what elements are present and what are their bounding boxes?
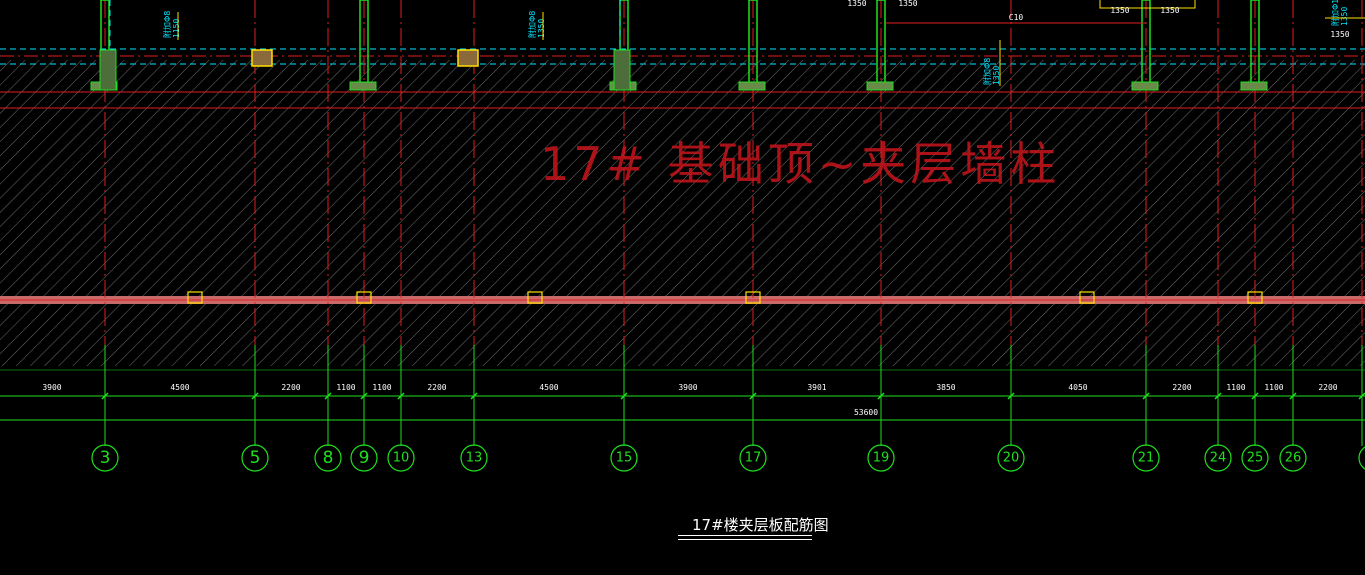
dim-segment-label: 2200 (1172, 383, 1191, 392)
axis-label-20: 20 (1003, 451, 1020, 466)
rebar-annotation: 附加Φ10 1350 (1330, 0, 1349, 26)
title-underline-double (678, 539, 812, 540)
rebar-annotation-length: 1350 (537, 19, 546, 38)
rebar-annotation-length: 1150 (172, 19, 181, 38)
wall-base (99, 49, 117, 91)
dim-segment-label: 4050 (1068, 383, 1087, 392)
rebar-spec-label: C10 (1009, 13, 1024, 22)
axis-label-15: 15 (616, 451, 633, 466)
dim-segment-label: 1100 (336, 383, 355, 392)
dim-segment-label: 2200 (281, 383, 300, 392)
top-dimension-label: 1350 (898, 0, 917, 8)
axis-label-13: 13 (466, 451, 483, 466)
dim-segment-label: 2200 (1318, 383, 1337, 392)
axis-label-9: 9 (359, 448, 370, 468)
dimension-layer: 3900 4500 2200 1100 1100 2200 4500 3900 3901 3850… (0, 369, 1365, 421)
axis-label-26: 26 (1285, 451, 1302, 466)
top-dimension-label: 1350 (1160, 6, 1179, 15)
dim-total-label: 53600 (854, 408, 878, 417)
dim-segment-label: 1100 (1226, 383, 1245, 392)
dim-segment-label: 2200 (427, 383, 446, 392)
drawing-title: 17#楼夹层板配筋图 (692, 516, 829, 534)
wall-footing (1240, 81, 1268, 91)
top-dimension-label: 1350 (1330, 30, 1349, 39)
axis-label-19: 19 (873, 451, 890, 466)
rebar-annotation-text: 附加Φ8 (162, 11, 172, 38)
dim-segment-label: 4500 (170, 383, 189, 392)
dim-segment-label: 3900 (42, 383, 61, 392)
axis-label-17: 17 (745, 451, 762, 466)
slab-hatch-layer (0, 60, 1365, 366)
axis-label-24: 24 (1210, 451, 1227, 466)
rebar-annotation-text: 附加Φ10 (1330, 0, 1340, 26)
column-box (251, 49, 273, 67)
rebar-annotation-length: 1350 (1340, 7, 1349, 26)
dim-segment-label: 1100 (1264, 383, 1283, 392)
axis-label-10: 10 (393, 451, 410, 466)
title-underline (678, 535, 812, 536)
axis-bubble-layer: 3589101315171920212425262 (91, 444, 1365, 472)
axis-label-5: 5 (250, 448, 261, 468)
slab-hatch-lower (0, 304, 1365, 366)
dim-segment-label: 3900 (678, 383, 697, 392)
wall-footing (738, 81, 766, 91)
axis-bubble (1358, 446, 1365, 470)
axis-label-3: 3 (100, 448, 111, 468)
rebar-annotation-text: 附加Φ8 (527, 11, 537, 38)
dim-segment-label: 1100 (372, 383, 391, 392)
axis-label-8: 8 (323, 448, 334, 468)
wall-footing (1131, 81, 1159, 91)
dim-segment-label: 3850 (936, 383, 955, 392)
wall-base (613, 49, 631, 91)
dim-segment-label: 4500 (539, 383, 558, 392)
axis-label-21: 21 (1138, 451, 1155, 466)
wall-footing (349, 81, 377, 91)
top-dimension-label: 1350 (1110, 6, 1129, 15)
dim-segment-label: 3901 (807, 383, 826, 392)
axis-label-25: 25 (1247, 451, 1264, 466)
wall-footing (866, 81, 894, 91)
column-box (457, 49, 479, 67)
top-dimension-label: 1350 (847, 0, 866, 8)
cad-drawing: 3900 4500 2200 1100 1100 2200 4500 3900 3901 3850… (0, 0, 1365, 472)
overlay-title-text: 17# 基础顶~夹层墙柱 (540, 137, 1061, 191)
rebar-annotation-text: 附加Φ8 (982, 58, 992, 85)
